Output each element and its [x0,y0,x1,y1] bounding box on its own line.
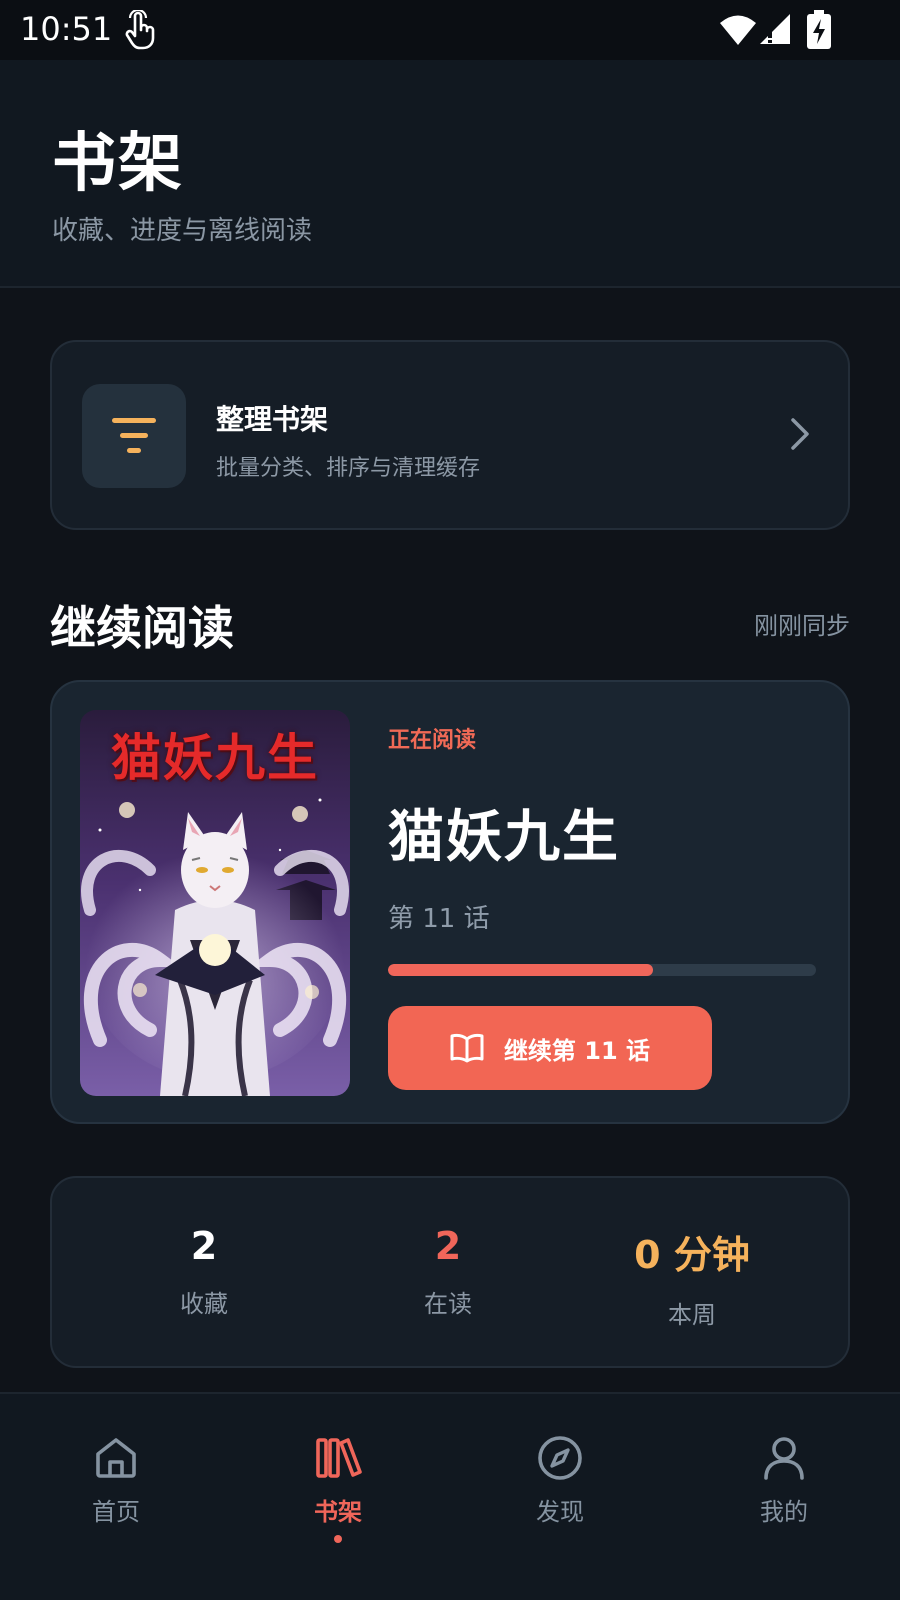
cover-title: 猫妖九生 [111,728,319,787]
reading-progress-fill [388,964,654,976]
compass-icon [538,1436,582,1480]
nav-item-discover[interactable]: 发现 [470,1434,650,1527]
nav-label: 书架 [314,1498,362,1526]
stat-label: 在读 [424,1290,472,1318]
stat-label: 收藏 [180,1290,228,1318]
nav-label: 发现 [536,1498,584,1526]
page-header: 书架 收藏、进度与离线阅读 [0,60,900,288]
stat-value: 0 分钟 [634,1233,750,1277]
organize-title: 整理书架 [216,403,329,436]
signal-icon [758,12,792,46]
status-bar: 10:51 [0,0,900,60]
reading-stats-card: 2 收藏 2 在读 0 分钟 本周 [50,1176,850,1368]
organize-description: 批量分类、排序与清理缓存 [216,456,481,481]
stat-favorites: 2 收藏 [84,1224,324,1319]
nav-item-home[interactable]: 首页 [26,1434,206,1527]
status-time: 10:51 [20,10,113,48]
bookshelf-icon [316,1438,362,1478]
bottom-navigation: 首页 书架 发现 我的 [0,1392,900,1600]
organize-icon-box [82,384,186,488]
active-indicator-dot [334,1535,342,1543]
organize-bookshelf-card[interactable]: 整理书架 批量分类、排序与清理缓存 [50,340,850,530]
book-title: 猫妖九生 [388,805,620,870]
filter-icon [112,418,156,453]
nav-label: 我的 [760,1498,808,1526]
stat-label: 本周 [668,1301,716,1329]
continue-reading-title: 继续阅读 [50,601,234,655]
page-subtitle: 收藏、进度与离线阅读 [52,216,313,246]
stat-value: 2 [434,1224,462,1268]
open-book-icon [450,1033,484,1063]
nav-item-bookshelf[interactable]: 书架 [248,1434,428,1543]
reading-progress-bar [388,964,816,976]
continue-button-label: 继续第 11 话 [503,1036,651,1065]
user-icon [764,1437,804,1480]
page-title: 书架 [52,127,184,201]
continue-reading-button[interactable]: 继续第 11 话 [388,1006,712,1090]
continue-reading-card[interactable]: 猫妖九生 正在阅读 猫妖九生 第 11 话 继续第 11 话 [50,680,850,1124]
battery-charging-icon [806,10,832,50]
touch-indicator-icon [124,8,158,50]
wifi-icon [718,14,758,46]
reading-status-badge: 正在阅读 [388,728,477,753]
nav-item-profile[interactable]: 我的 [694,1434,874,1527]
stat-reading: 2 在读 [328,1224,568,1319]
stat-value: 2 [190,1224,218,1268]
nav-label: 首页 [92,1498,140,1526]
book-cover[interactable]: 猫妖九生 [80,710,350,1096]
current-chapter: 第 11 话 [388,904,490,934]
stat-this-week: 0 分钟 本周 [572,1224,812,1330]
sync-status: 刚刚同步 [754,612,850,640]
home-icon [96,1438,136,1478]
chevron-right-icon [791,418,809,450]
